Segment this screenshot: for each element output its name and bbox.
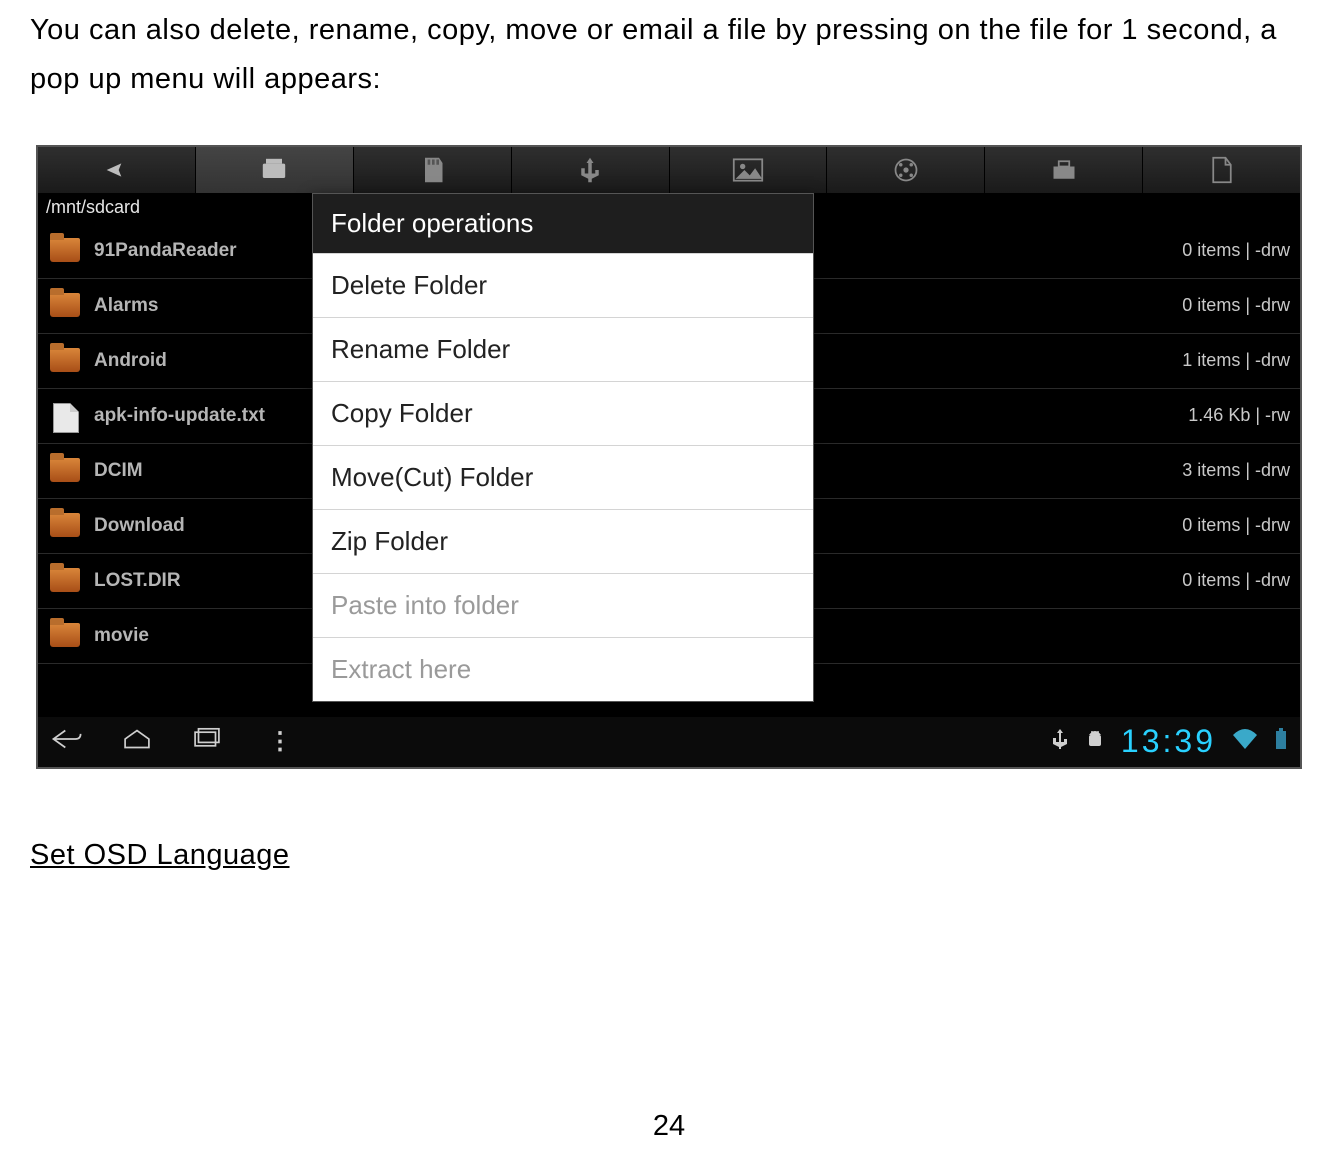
folder-icon [50,293,80,319]
context-menu-title: Folder operations [313,194,813,253]
system-navbar: ⋮ 13:39 [38,717,1300,767]
file-meta: 0 items | -drw [1182,240,1290,261]
context-menu-item: Paste into folder [313,573,813,637]
battery-icon [1274,728,1288,755]
folder-icon [50,348,80,374]
nav-menu-icon[interactable]: ⋮ [268,727,292,756]
context-menu-item: Extract here [313,637,813,701]
file-meta: 0 items | -drw [1182,515,1290,536]
back-arrow-icon [100,156,132,184]
wifi-icon [1232,729,1258,754]
page-number: 24 [0,1110,1338,1143]
usb-tab[interactable] [512,147,670,193]
context-menu-item[interactable]: Delete Folder [313,253,813,317]
nav-home-icon[interactable] [120,726,154,757]
filter-toolbar [38,147,1300,193]
usb-status-icon [1051,728,1069,755]
folder-icon [50,513,80,539]
usb-icon [574,156,606,184]
image-icon [732,156,764,184]
back-button[interactable] [38,147,196,193]
file-meta: 0 items | -drw [1182,570,1290,591]
sd-tab[interactable] [354,147,512,193]
images-tab[interactable] [670,147,828,193]
folder-icon [50,623,80,649]
folder-icon [50,238,80,264]
sdcard-icon [416,156,448,184]
context-menu-item[interactable]: Zip Folder [313,509,813,573]
context-menu: Folder operations Delete FolderRename Fo… [312,193,814,702]
context-menu-item[interactable]: Copy Folder [313,381,813,445]
nav-back-icon[interactable] [50,726,84,757]
document-tab[interactable] [1143,147,1300,193]
android-status-icon [1085,728,1105,755]
storage-tab[interactable] [196,147,354,193]
document-icon [1206,156,1238,184]
folder-icon [50,458,80,484]
context-menu-item[interactable]: Move(Cut) Folder [313,445,813,509]
section-heading: Set OSD Language [30,839,1308,872]
storage-icon [258,156,290,184]
nav-recent-icon[interactable] [190,726,224,757]
file-meta: 1 items | -drw [1182,350,1290,371]
toolbox-icon [1048,156,1080,184]
video-icon [890,156,922,184]
file-meta: 1.46 Kb | -rw [1188,405,1290,426]
file-icon [50,403,80,429]
file-meta: 3 items | -drw [1182,460,1290,481]
file-meta: 0 items | -drw [1182,295,1290,316]
toolbox-tab[interactable] [985,147,1143,193]
context-menu-item[interactable]: Rename Folder [313,317,813,381]
video-tab[interactable] [827,147,985,193]
folder-icon [50,568,80,594]
android-screenshot: /mnt/sdcard 91PandaReader0 items | -drwA… [36,145,1302,769]
instruction-text: You can also delete, rename, copy, move … [30,0,1308,105]
status-clock: 13:39 [1121,723,1216,760]
